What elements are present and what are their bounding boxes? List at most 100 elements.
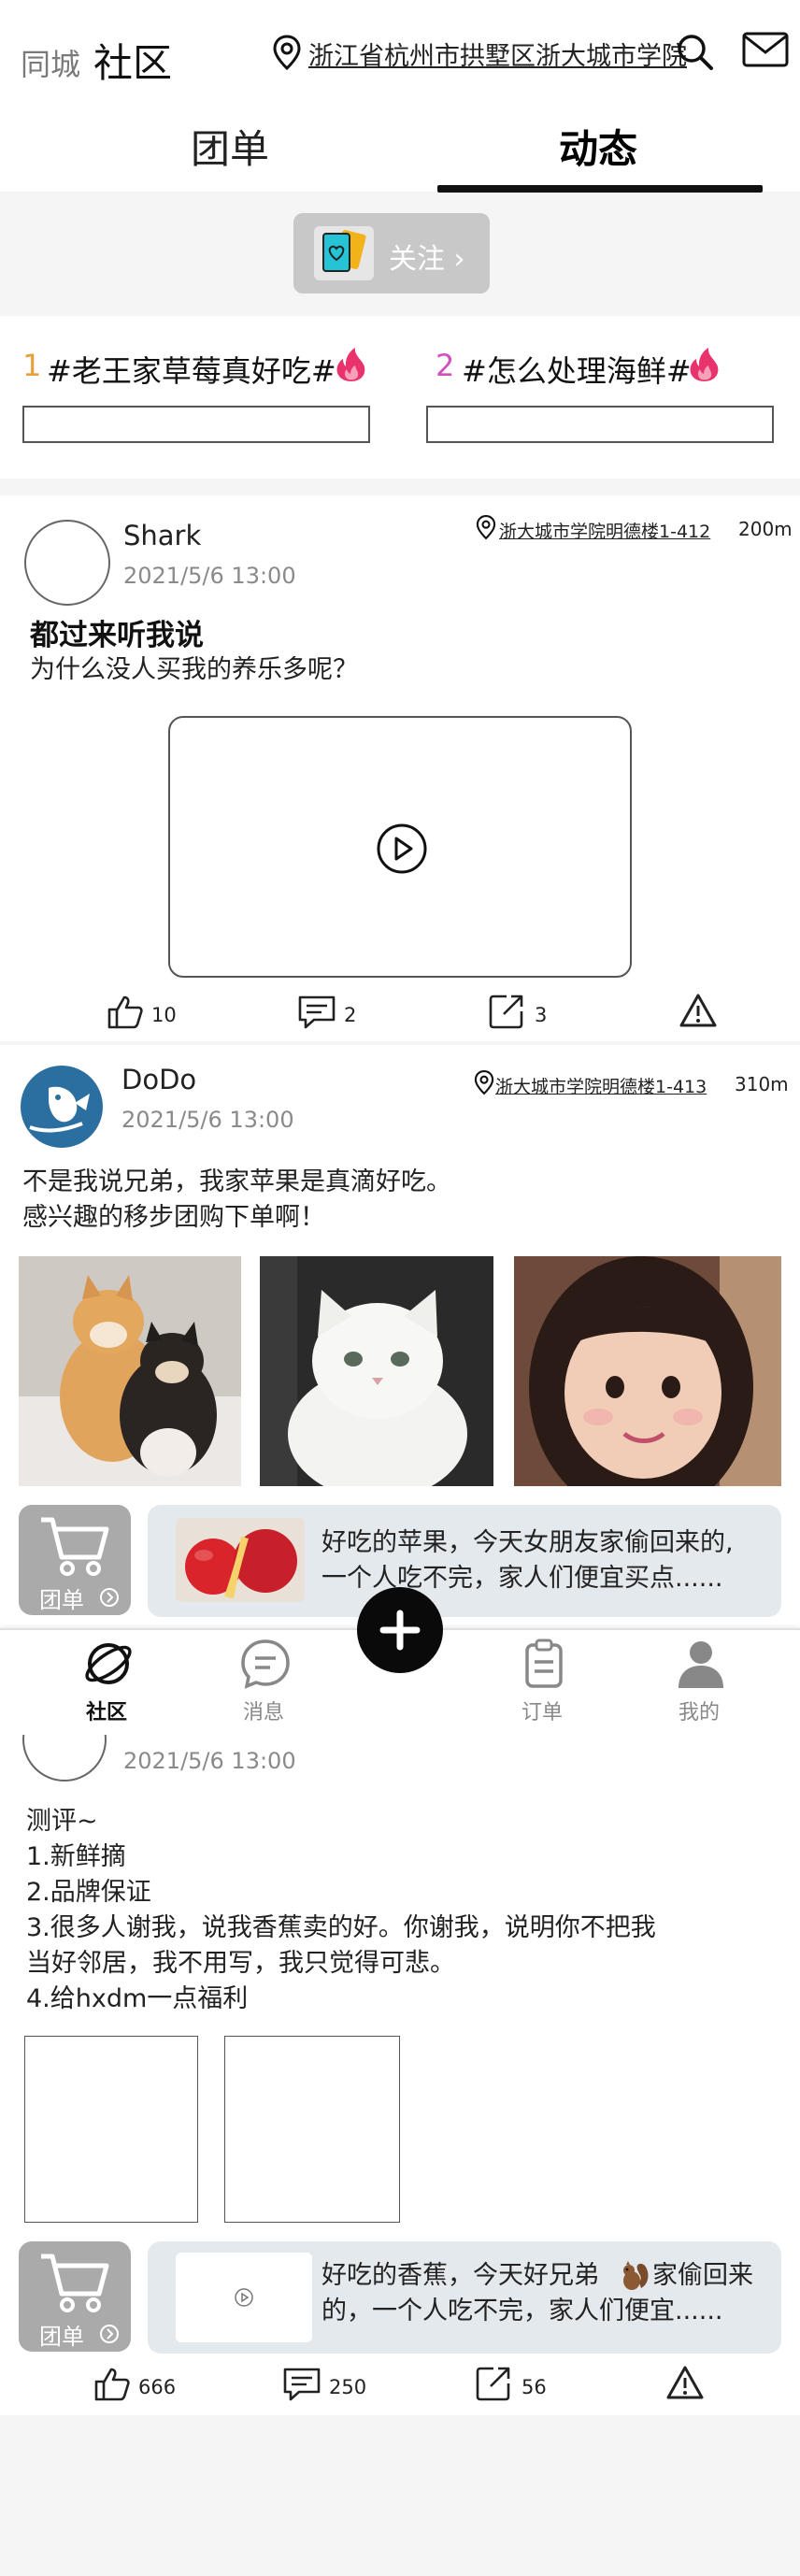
- post-text-line: 当好邻居，我不用写，我只觉得可悲。: [26, 1949, 455, 1978]
- play-icon: [234, 2287, 254, 2308]
- post-text-line: 不是我说兄弟，我家苹果是真滴好吃。: [22, 1167, 451, 1196]
- shopping-cart-icon: [37, 1514, 112, 1580]
- post-time: 2021/5/6 13:00: [123, 563, 296, 589]
- tab-group-buy[interactable]: 团单: [191, 118, 269, 175]
- topic-title: #老王家草莓真好吃#: [47, 353, 336, 389]
- hot-flame-icon: [333, 346, 370, 383]
- planet-icon: [82, 1638, 135, 1690]
- active-tab-indicator: [437, 185, 763, 193]
- product-desc-line: 的，一个人吃不完，家人们便宜......: [321, 2297, 723, 2326]
- topic-item[interactable]: 2 #怎么处理海鲜#: [400, 316, 800, 479]
- top-header: 同城 社区 浙江省杭州市拱墅区浙大城市学院 团单 动态: [0, 0, 800, 193]
- topic-rank: 2: [436, 348, 455, 383]
- mail-icon[interactable]: [742, 32, 789, 67]
- post-text-line: 1.新鲜摘: [26, 1842, 126, 1871]
- post-text-line: 测评~: [26, 1807, 98, 1836]
- post-time: 2021/5/6 13:00: [123, 1748, 296, 1774]
- like-icon[interactable]: [107, 995, 144, 1030]
- nav-label: 消息: [243, 1701, 285, 1724]
- post-card: 2021/5/6 13:00 测评~ 1.新鲜摘 2.品牌保证 3.很多人谢我，…: [0, 1697, 800, 2415]
- post-distance: 200m: [738, 518, 793, 540]
- topic-rank: 1: [22, 348, 42, 383]
- share-count: 56: [521, 2376, 547, 2398]
- post-photo-cat[interactable]: [260, 1256, 493, 1486]
- chevron-right-icon: [99, 1587, 120, 1608]
- post-address[interactable]: 浙大城市学院明德楼1-413: [495, 1073, 707, 1098]
- product-card[interactable]: 好吃的苹果，今天女朋友家偷回来的, 一个人吃不完，家人们便宜买点......: [148, 1505, 781, 1617]
- follow-label: 关注 ›: [389, 243, 465, 276]
- tab-moments[interactable]: 动态: [559, 118, 637, 175]
- search-icon[interactable]: [675, 32, 714, 71]
- location-pin-icon: [473, 1069, 495, 1095]
- post-distance: 310m: [735, 1073, 789, 1095]
- nav-label: 社区: [86, 1701, 128, 1724]
- product-video-thumb: [176, 2253, 312, 2342]
- nav-item-profile[interactable]: 我的: [652, 1630, 750, 1735]
- plus-icon: [378, 1608, 422, 1653]
- nav-label: 我的: [679, 1701, 721, 1724]
- comment-icon[interactable]: [297, 995, 336, 1030]
- avatar[interactable]: [21, 1066, 103, 1148]
- share-icon[interactable]: [488, 993, 525, 1030]
- author-name[interactable]: DoDo: [121, 1064, 196, 1095]
- author-name[interactable]: Shark: [123, 520, 201, 551]
- comment-count: 2: [344, 1004, 357, 1026]
- post-card: DoDo 2021/5/6 13:00 浙大城市学院明德楼1-413 310m …: [0, 1045, 800, 1628]
- post-address[interactable]: 浙大城市学院明德楼1-412: [499, 518, 710, 543]
- hot-topics: 1 #老王家草莓真好吃# 2 #怎么处理海鲜#: [0, 316, 800, 479]
- topic-item[interactable]: 1 #老王家草莓真好吃#: [0, 316, 400, 479]
- play-icon[interactable]: [376, 823, 428, 875]
- follow-button[interactable]: 关注 ›: [293, 213, 490, 293]
- nav-item-messages[interactable]: 消息: [217, 1630, 314, 1735]
- video-player[interactable]: [168, 716, 632, 978]
- group-buy-button[interactable]: 团单: [19, 1505, 131, 1615]
- location-pin-icon: [475, 514, 497, 540]
- follow-cards-icon: [310, 224, 378, 282]
- message-icon: [239, 1638, 292, 1690]
- report-warning-icon[interactable]: [665, 2365, 705, 2400]
- group-buy-button[interactable]: 团单: [19, 2241, 131, 2352]
- nav-item-community[interactable]: 社区: [60, 1630, 157, 1735]
- clipboard-icon: [518, 1638, 570, 1690]
- post-card: Shark 2021/5/6 13:00 浙大城市学院明德楼1-412 200m…: [0, 495, 800, 1041]
- hot-flame-icon: [686, 346, 723, 383]
- topic-progress-box: [426, 406, 774, 443]
- location-pin-icon: [271, 34, 303, 71]
- post-photo-dogs[interactable]: [19, 1256, 241, 1486]
- create-post-button[interactable]: [357, 1587, 443, 1673]
- page-title: 社区: [93, 40, 173, 86]
- nav-label: 订单: [521, 1701, 564, 1724]
- group-buy-label: 团单: [39, 1587, 84, 1613]
- share-count: 3: [535, 1004, 548, 1026]
- avatar[interactable]: [24, 520, 110, 606]
- post-text-line: 感兴趣的移步团购下单啊！: [22, 1203, 325, 1232]
- topic-progress-box: [22, 406, 370, 443]
- post-text-line: 4.给hxdm一点福利: [26, 1984, 249, 2013]
- share-icon[interactable]: [475, 2365, 512, 2402]
- like-count: 666: [138, 2376, 177, 2398]
- chevron-right-icon: [99, 2324, 120, 2344]
- product-desc-line: 好吃的苹果，今天女朋友家偷回来的,: [321, 1528, 734, 1557]
- post-text-line: 2.品牌保证: [26, 1878, 151, 1907]
- product-card[interactable]: 好吃的香蕉，今天好兄弟 家偷回来 的，一个人吃不完，家人们便宜......: [148, 2241, 781, 2354]
- product-apple-image: [176, 1518, 305, 1602]
- comment-count: 250: [329, 2376, 367, 2398]
- post-text-line: 3.很多人谢我，说我香蕉卖的好。你谢我，说明你不把我: [26, 1913, 656, 1942]
- group-buy-label: 团单: [39, 2324, 84, 2350]
- post-time: 2021/5/6 13:00: [121, 1107, 294, 1133]
- city-tab[interactable]: 同城: [21, 41, 80, 84]
- like-count: 10: [151, 1004, 177, 1026]
- product-desc-line: 好吃的香蕉，今天好兄弟: [321, 2261, 599, 2290]
- post-photo-girl[interactable]: [514, 1256, 781, 1486]
- comment-icon[interactable]: [282, 2367, 321, 2402]
- post-image-placeholder[interactable]: [24, 2036, 198, 2223]
- nav-item-orders[interactable]: 订单: [495, 1630, 593, 1735]
- post-title: 都过来听我说: [30, 619, 204, 652]
- shopping-cart-icon: [37, 2251, 112, 2316]
- product-desc-line: 家偷回来: [652, 2261, 753, 2290]
- location-link[interactable]: 浙江省杭州市拱墅区浙大城市学院: [308, 36, 687, 72]
- person-icon: [675, 1638, 727, 1690]
- report-warning-icon[interactable]: [679, 993, 718, 1028]
- like-icon[interactable]: [93, 2367, 131, 2402]
- post-image-placeholder[interactable]: [224, 2036, 400, 2223]
